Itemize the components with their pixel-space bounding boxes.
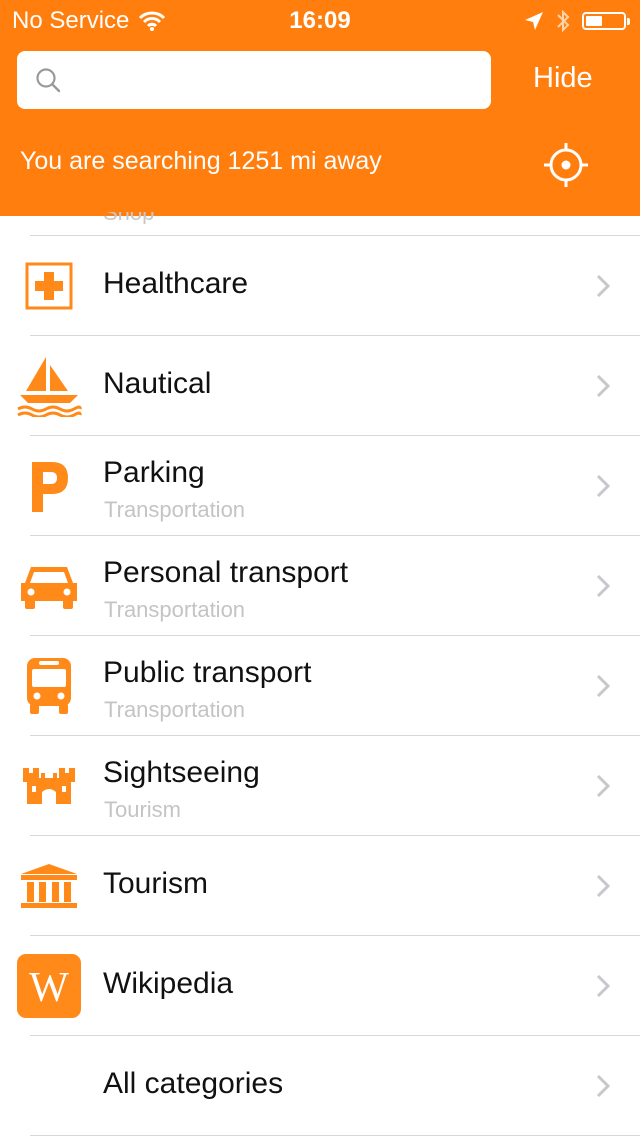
battery-icon [582, 12, 630, 30]
category-title: Tourism [103, 867, 209, 900]
bluetooth-icon [557, 9, 570, 33]
chevron-right-icon [596, 1074, 610, 1098]
chevron-right-icon [596, 474, 610, 498]
category-row-tourism[interactable]: Tourism [0, 836, 640, 936]
category-subtitle: Transportation [104, 597, 246, 622]
category-subtitle: Transportation [104, 697, 246, 722]
category-title: Public transport [103, 656, 312, 689]
castle-icon [16, 754, 82, 818]
category-row-parking[interactable]: Parking Transportation [0, 436, 640, 536]
header: No Service 16:09 Hide You are searching … [0, 0, 640, 216]
category-title: Nautical [103, 367, 212, 400]
chevron-right-icon [596, 374, 610, 398]
category-row-healthcare[interactable]: Healthcare [0, 236, 640, 336]
category-subtitle: Tourism [104, 797, 182, 822]
category-row-personal-transport[interactable]: Personal transport Transportation [0, 536, 640, 636]
category-row-public-transport[interactable]: Public transport Transportation [0, 636, 640, 736]
category-title: Parking [103, 456, 205, 489]
locate-me-icon[interactable] [543, 142, 589, 188]
museum-icon [16, 854, 82, 918]
car-icon [16, 554, 82, 618]
parking-p-icon [16, 454, 82, 518]
status-right [524, 9, 630, 33]
status-bar: No Service 16:09 [0, 0, 640, 40]
svg-text:W: W [29, 965, 69, 1011]
category-title: Wikipedia [103, 967, 234, 1000]
chevron-right-icon [596, 274, 610, 298]
category-title: Personal transport [103, 556, 349, 589]
search-input[interactable] [77, 51, 481, 111]
healthcare-cross-icon [16, 254, 82, 318]
wikipedia-icon: W [16, 954, 82, 1018]
chevron-right-icon [596, 774, 610, 798]
chevron-right-icon [596, 674, 610, 698]
sailboat-icon [16, 354, 82, 418]
category-row-nautical[interactable]: Nautical [0, 336, 640, 436]
chevron-right-icon [596, 574, 610, 598]
category-subtitle: Transportation [104, 497, 246, 522]
partial-row-subtitle: Shop [103, 212, 154, 224]
category-row-all-categories[interactable]: All categories [0, 1036, 640, 1136]
category-row-sightseeing[interactable]: Sightseeing Tourism [0, 736, 640, 836]
category-title: Sightseeing [103, 756, 260, 789]
search-icon [36, 68, 61, 93]
search-field[interactable] [17, 51, 491, 111]
chevron-right-icon [596, 874, 610, 898]
category-title: Healthcare [103, 267, 249, 300]
category-row-wikipedia[interactable]: W Wikipedia [0, 936, 640, 1036]
category-title: All categories [103, 1067, 284, 1100]
search-distance-text: You are searching 1251 mi away [20, 147, 382, 175]
location-arrow-icon [525, 12, 543, 30]
chevron-right-icon [596, 974, 610, 998]
hide-button[interactable]: Hide [533, 62, 593, 95]
bus-icon [16, 654, 82, 718]
